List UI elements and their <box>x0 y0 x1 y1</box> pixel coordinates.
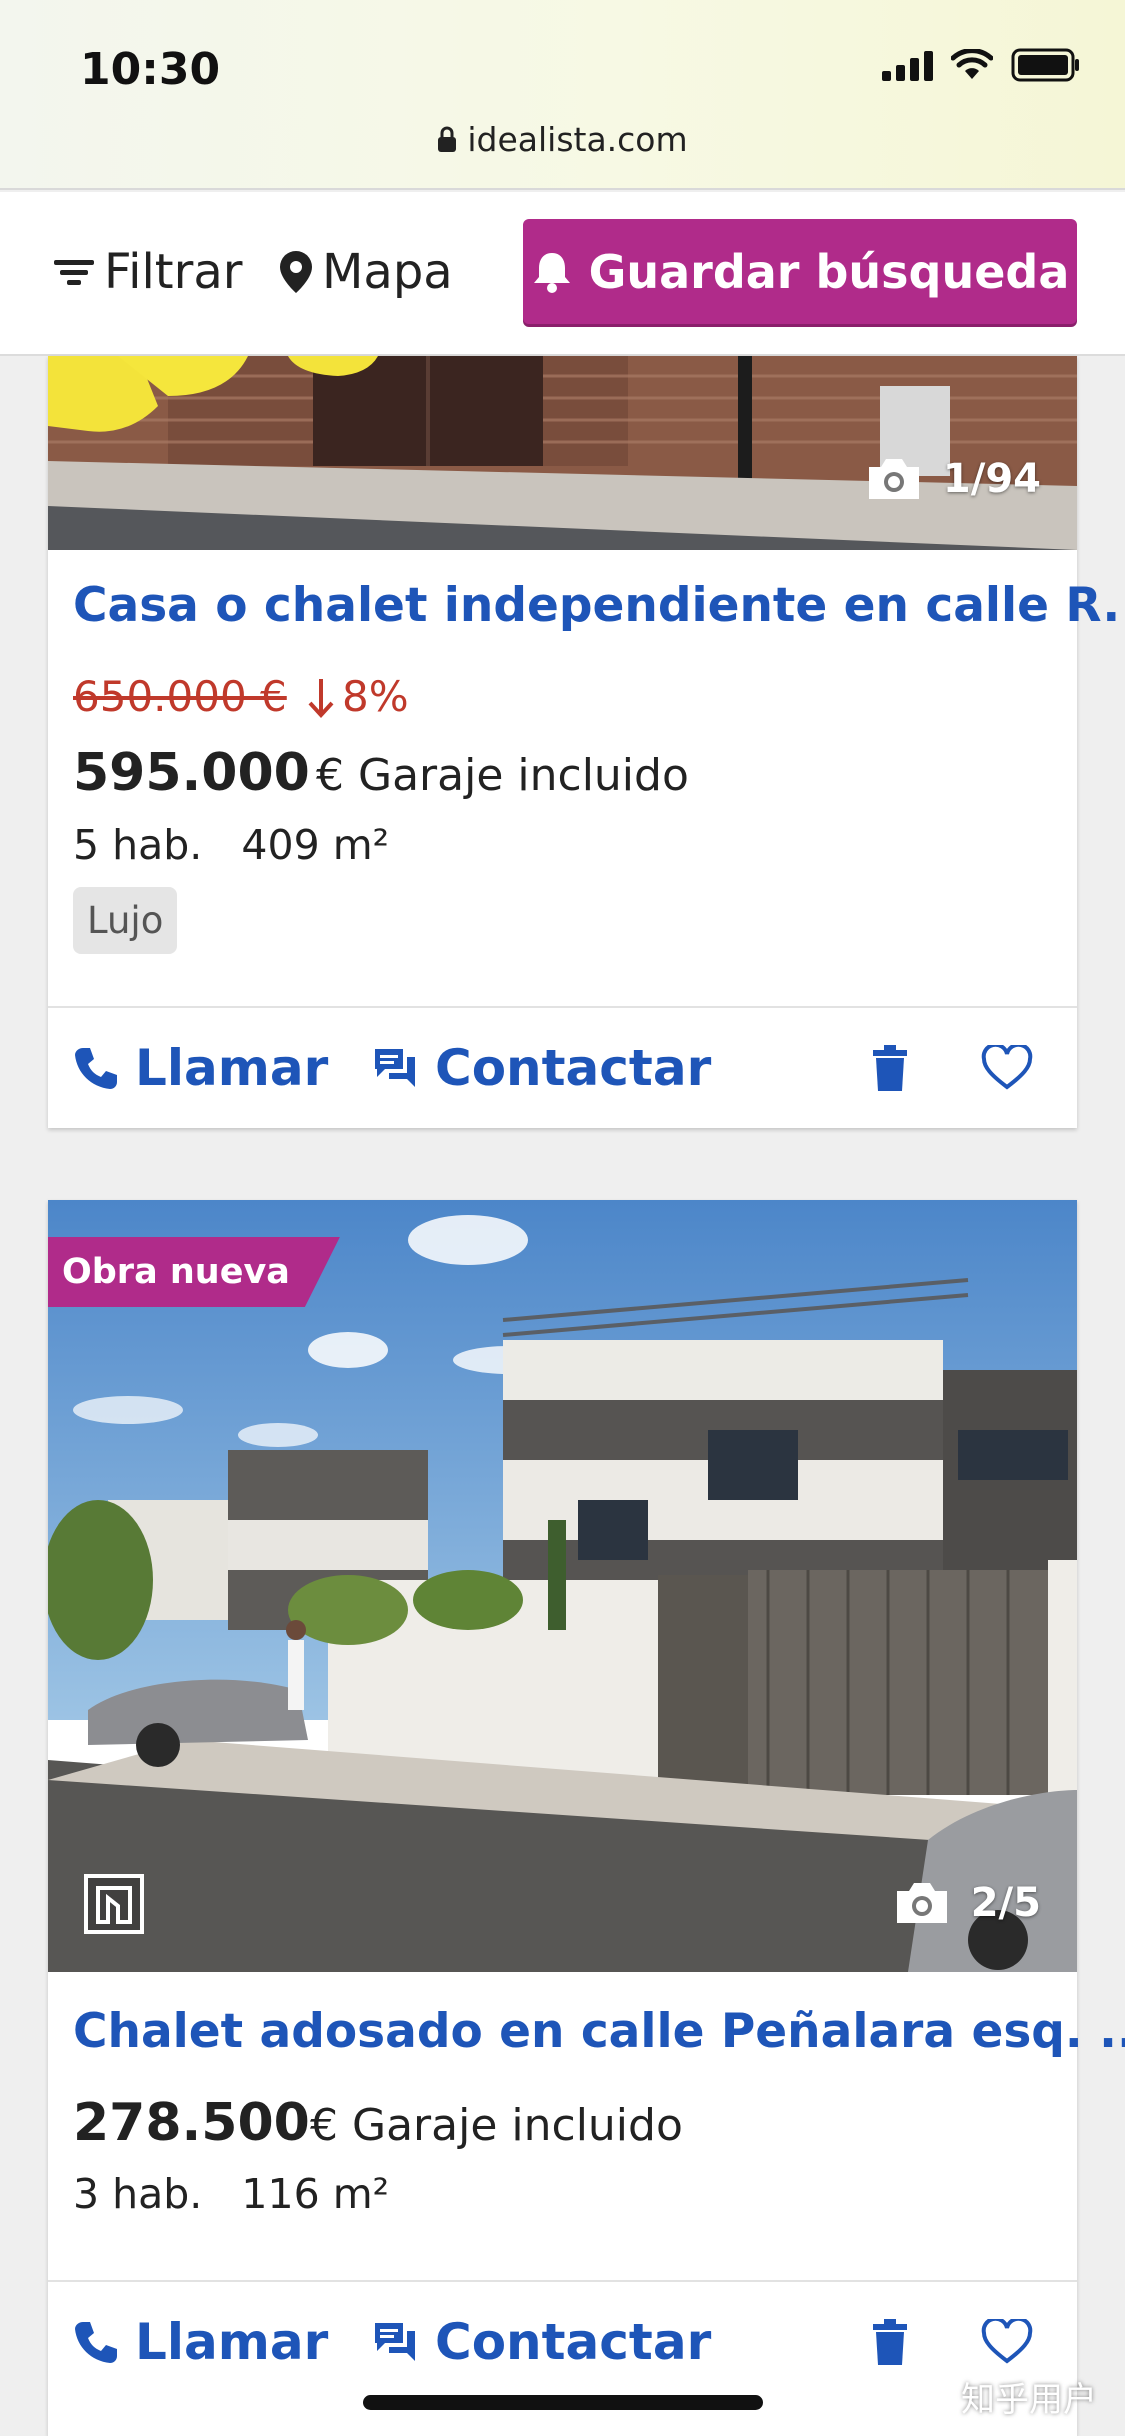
old-price: 650.000 € <box>73 672 287 721</box>
currency: € <box>316 750 344 801</box>
listing-card[interactable]: 1/94 Casa o chalet independiente en call… <box>48 356 1125 1128</box>
listing-photo[interactable]: Obra nueva 2/5 <box>48 1200 1077 1972</box>
listing-details: 5 hab. 409 m² <box>73 821 389 869</box>
heart-icon <box>981 2319 1033 2364</box>
discard-button[interactable] <box>871 2282 925 2402</box>
save-search-button[interactable]: Guardar búsqueda <box>523 219 1077 324</box>
chat-icon <box>375 1049 415 1087</box>
filter-button[interactable]: Filtrar <box>52 244 243 300</box>
rooms: 5 hab. <box>73 821 203 869</box>
rooms: 3 hab. <box>73 2170 203 2218</box>
area: 409 m² <box>241 821 390 869</box>
tag-badge: Lujo <box>73 887 178 954</box>
listing-title[interactable]: Chalet adosado en calle Peñalara esq. ..… <box>73 2004 1125 2059</box>
listing-card[interactable]: Obra nueva 2/5 Chalet adosado en calle P… <box>48 1200 1125 2436</box>
search-toolbar: Filtrar Mapa Guardar búsqueda <box>0 192 1125 356</box>
call-button[interactable]: Llamar <box>73 2282 328 2402</box>
bell-icon <box>533 252 570 293</box>
contact-button[interactable]: Contactar <box>373 1008 711 1128</box>
listing-price: 595.000 <box>73 743 310 803</box>
arrow-down-icon <box>308 678 334 718</box>
url-bar[interactable]: idealista.com <box>0 120 1125 159</box>
wifi-icon <box>951 49 993 79</box>
heart-icon <box>981 1045 1033 1090</box>
discard-button[interactable] <box>871 1008 925 1128</box>
listing-actions: Llamar Contactar <box>48 1008 1077 1128</box>
new-build-badge: Obra nueva <box>48 1237 340 1307</box>
listing-actions: Llamar Contactar <box>48 2282 1077 2402</box>
phone-icon <box>75 1048 117 1089</box>
filter-label: Filtrar <box>104 244 243 300</box>
currency: € <box>310 2100 338 2151</box>
home-indicator[interactable] <box>363 2395 763 2410</box>
contact-button[interactable]: Contactar <box>373 2282 711 2402</box>
house-photo-image <box>48 356 1077 550</box>
listing-photo[interactable]: 1/94 <box>48 356 1077 550</box>
call-button[interactable]: Llamar <box>73 1008 328 1128</box>
garage-note: Garaje incluido <box>352 2100 683 2151</box>
listing-price: 278.500 <box>73 2093 310 2153</box>
watermark: 知乎用户 <box>961 2380 1097 2420</box>
price-drop: 8% <box>306 672 409 721</box>
save-search-label: Guardar búsqueda <box>588 244 1070 299</box>
trash-icon <box>873 2319 907 2365</box>
photo-counter: 1/94 <box>865 456 1041 502</box>
garage-note: Garaje incluido <box>358 750 689 801</box>
chat-icon <box>375 2323 415 2361</box>
favorite-button[interactable] <box>981 1008 1049 1128</box>
lock-icon <box>438 126 457 152</box>
listing-title[interactable]: Casa o chalet independiente en calle R..… <box>73 578 1125 633</box>
floor-plan-icon[interactable] <box>84 1874 144 1934</box>
cellular-signal-icon <box>882 49 933 81</box>
camera-icon <box>896 1883 947 1923</box>
status-time: 10:30 <box>80 44 221 95</box>
house-photo-image <box>48 1200 1077 1972</box>
map-pin-icon <box>280 251 312 293</box>
price-suffix: € Garaje incluido <box>316 750 689 801</box>
trash-icon <box>873 1045 907 1091</box>
camera-icon <box>868 459 919 499</box>
url-domain: idealista.com <box>467 120 688 159</box>
filter-icon <box>54 260 94 285</box>
map-label: Mapa <box>322 244 453 300</box>
status-icons <box>882 48 1081 82</box>
listing-details: 3 hab. 116 m² <box>73 2170 389 2218</box>
price-suffix: € Garaje incluido <box>310 2100 683 2151</box>
battery-icon <box>1011 48 1079 82</box>
area: 116 m² <box>241 2170 390 2218</box>
status-bar: 10:30 idealista.com <box>0 0 1125 190</box>
map-button[interactable]: Mapa <box>278 244 453 300</box>
photo-counter: 2/5 <box>893 1880 1041 1926</box>
phone-icon <box>75 2322 117 2363</box>
